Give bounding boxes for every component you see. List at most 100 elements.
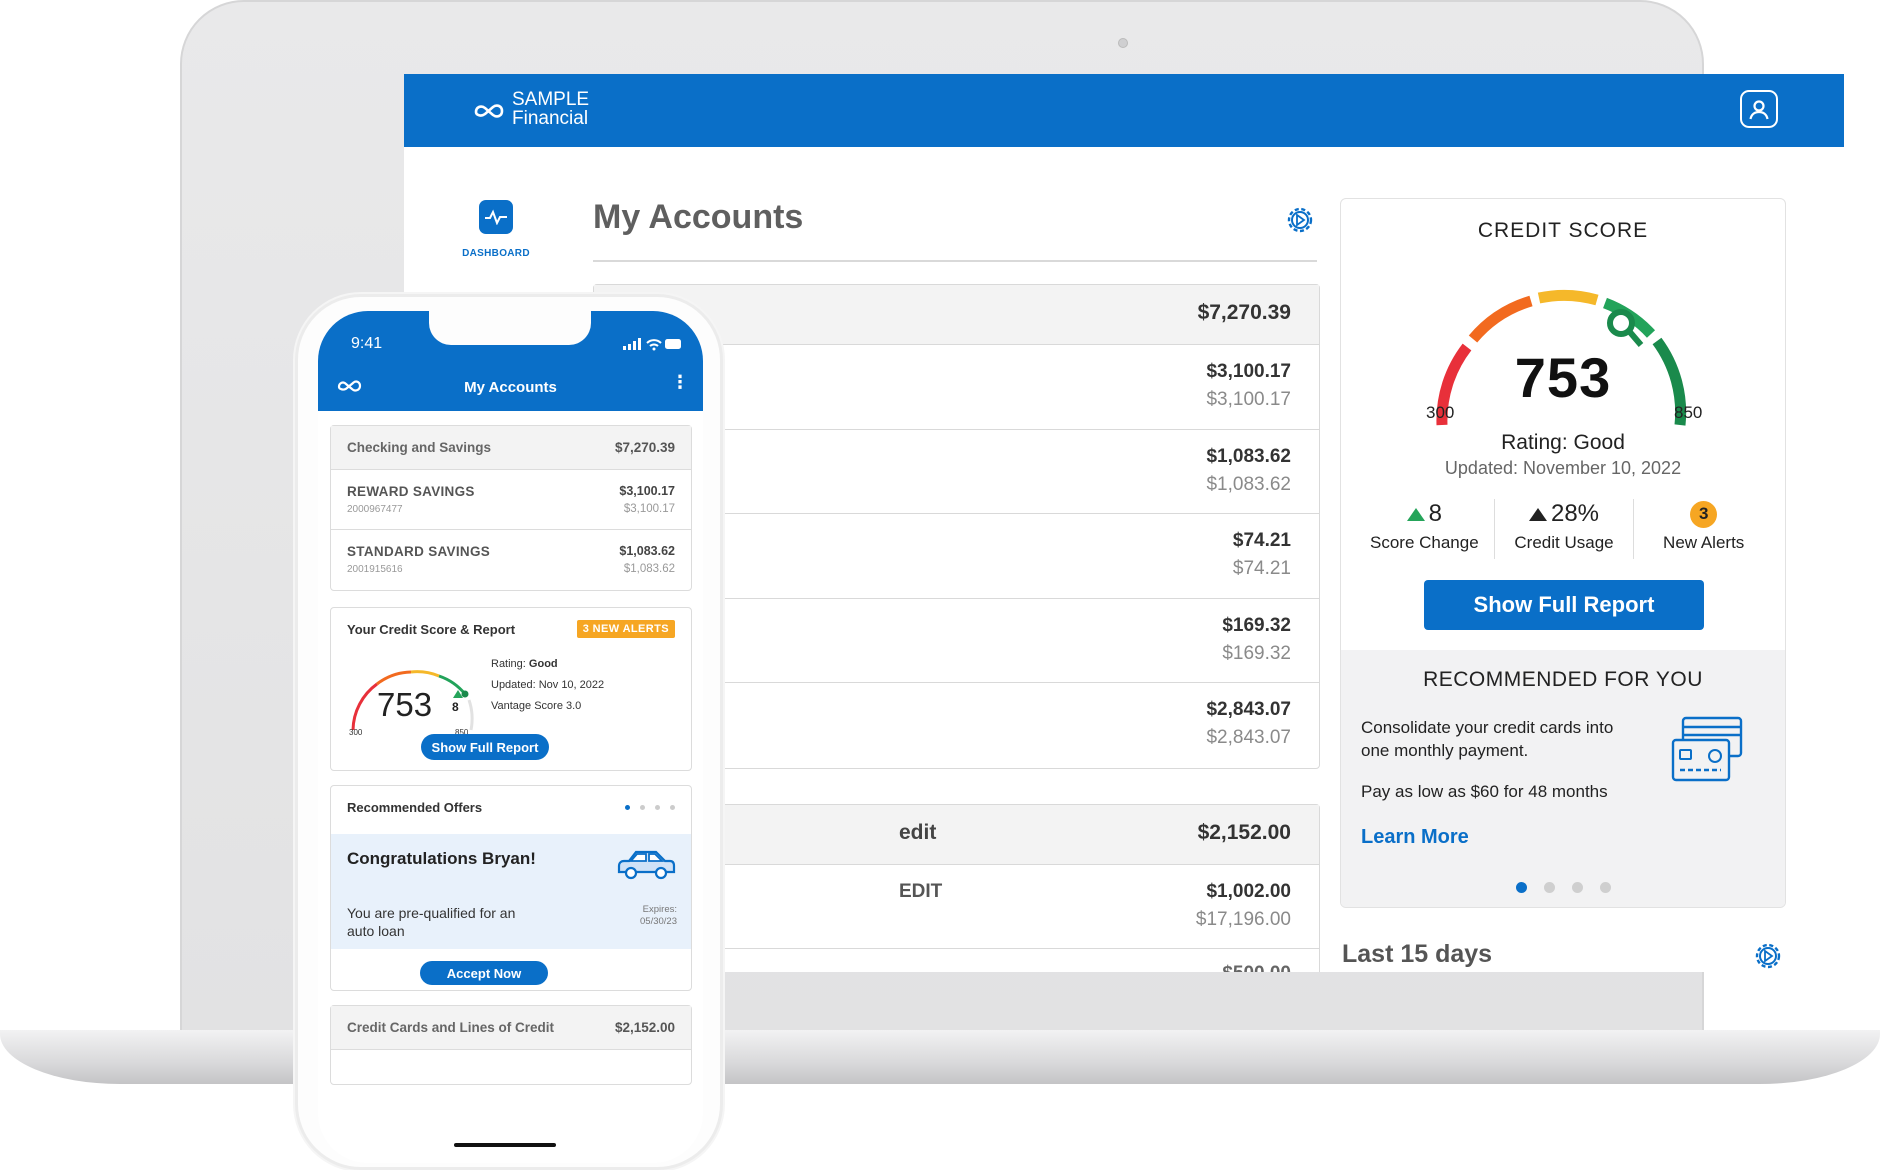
mobile-credit-score-card: Your Credit Score & Report 3 NEW ALERTS … xyxy=(330,607,692,771)
up-arrow-icon xyxy=(453,690,463,698)
stat-new-alerts[interactable]: 3 New Alerts xyxy=(1633,499,1773,559)
learn-more-link[interactable]: Learn More xyxy=(1361,826,1469,849)
mobile-account-available: $3,100.17 xyxy=(623,503,675,515)
credit-score-value: 753 xyxy=(1514,346,1612,409)
mobile-app-screen: 9:41 My Accounts ⋮ Checking and Savings xyxy=(318,311,703,1163)
mobile-account-row[interactable]: STANDARD SAVINGS 2001915616 $1,083.62 $1… xyxy=(331,530,691,590)
carousel-dot[interactable] xyxy=(1571,882,1583,893)
credit-cards-total: $2,152.00 xyxy=(1197,821,1291,844)
credit-score-panel: CREDIT SCORE 753 300 850 Rating: Good Up… xyxy=(1340,198,1786,908)
offer-expiry: Expires: 05/30/23 xyxy=(640,904,677,928)
credit-rating: Rating: Good xyxy=(1501,431,1625,454)
mobile-account-name: REWARD SAVINGS xyxy=(347,484,475,499)
car-icon xyxy=(617,850,676,880)
mobile-credit-score-value: 753 xyxy=(377,686,433,723)
account-amount: $1,083.62 xyxy=(1206,445,1291,467)
mobile-gauge-min: 300 xyxy=(349,728,363,737)
gauge-min-label: 300 xyxy=(1426,403,1455,422)
infinity-logo-icon xyxy=(474,104,504,118)
accept-now-button[interactable]: Accept Now xyxy=(420,961,548,985)
offer-expiry-date: 05/30/23 xyxy=(640,916,677,927)
sidebar-item-dashboard[interactable]: DASHBOARD xyxy=(461,200,531,259)
credit-card-icon xyxy=(1671,716,1743,782)
carousel-dot[interactable] xyxy=(1599,882,1611,893)
offer-expiry-label: Expires: xyxy=(642,904,677,915)
brand-line-1: SAMPLE xyxy=(512,89,590,110)
mobile-checking-card: Checking and Savings $7,270.39 REWARD SA… xyxy=(330,425,692,591)
show-full-report-button[interactable]: Show Full Report xyxy=(1424,580,1704,630)
credit-account-label: EDIT xyxy=(899,881,943,902)
mobile-credit-cards-label: Credit Cards and Lines of Credit xyxy=(347,1020,555,1035)
mobile-account-amount: $3,100.17 xyxy=(619,484,675,498)
mobile-score-change: 8 xyxy=(452,700,459,714)
credit-cards-label: edit xyxy=(899,821,937,844)
carousel-dot[interactable] xyxy=(640,805,645,810)
auto-loan-offer[interactable]: Congratulations Bryan! You are pre-quali… xyxy=(331,834,691,949)
mobile-rating-value: Good xyxy=(528,658,558,670)
gear-icon[interactable] xyxy=(1752,940,1784,972)
more-menu-icon[interactable]: ⋮ xyxy=(671,373,689,391)
user-profile-icon xyxy=(1749,100,1769,120)
mobile-checking-label: Checking and Savings xyxy=(347,440,492,455)
brand-logo[interactable]: SAMPLE Financial xyxy=(472,90,589,128)
carousel-dot[interactable] xyxy=(1515,882,1527,893)
offer-title: Congratulations Bryan! xyxy=(347,849,536,868)
mobile-checking-header[interactable]: Checking and Savings $7,270.39 xyxy=(331,426,691,470)
new-alerts-badge[interactable]: 3 NEW ALERTS xyxy=(576,620,675,638)
alerts-count-badge: 3 xyxy=(1690,500,1718,528)
stat-credit-usage: 28% Credit Usage xyxy=(1493,499,1634,559)
phone-notch xyxy=(429,311,591,345)
carousel-dot[interactable] xyxy=(670,805,675,810)
account-amount: $74.21 xyxy=(1232,530,1291,551)
carousel-dot[interactable] xyxy=(1543,882,1555,893)
carousel-dot[interactable] xyxy=(655,805,660,810)
page-title: My Accounts xyxy=(593,198,804,236)
mobile-show-full-report-button[interactable]: Show Full Report xyxy=(421,734,549,760)
mobile-offers-card: Recommended Offers Congratulations Bryan… xyxy=(330,785,692,991)
home-indicator xyxy=(454,1143,556,1147)
title-divider xyxy=(593,260,1317,262)
laptop-camera xyxy=(1118,38,1128,48)
credit-account-amount: $1,002.00 xyxy=(1206,881,1291,902)
account-available: $74.21 xyxy=(1232,558,1291,579)
credit-account-limit: $17,196.00 xyxy=(1195,909,1291,930)
brand-name: SAMPLE Financial xyxy=(512,90,589,128)
account-available: $3,100.17 xyxy=(1206,389,1291,410)
stage: SAMPLE Financial DASHBOARD My Accounts $… xyxy=(0,0,1880,1170)
mobile-credit-cards-header[interactable]: Credit Cards and Lines of Credit $2,152.… xyxy=(331,1006,691,1050)
credit-updated-date: Updated: November 10, 2022 xyxy=(1444,458,1682,478)
mobile-updated: Updated: Nov 10, 2022 xyxy=(491,679,605,691)
account-amount: $2,843.07 xyxy=(1206,699,1291,720)
user-profile-button[interactable] xyxy=(1740,90,1778,128)
mobile-vantage: Vantage Score 3.0 xyxy=(491,700,582,712)
mobile-page-title: My Accounts xyxy=(464,379,557,396)
gauge-max-label: 850 xyxy=(1674,403,1703,422)
carousel-dot[interactable] xyxy=(625,805,630,810)
credit-stats: 8 Score Change 28% Credit Usage 3 New Al… xyxy=(1355,499,1773,559)
top-navigation-bar: SAMPLE Financial xyxy=(404,74,1844,147)
phone-frame: 9:41 My Accounts ⋮ Checking and Savings xyxy=(295,294,723,1170)
up-arrow-icon xyxy=(1528,507,1547,521)
mobile-account-number: 2000967477 xyxy=(347,504,403,515)
mobile-carousel-dots xyxy=(625,805,675,810)
mobile-rating: Rating: Good xyxy=(491,658,558,670)
mobile-account-amount: $1,083.62 xyxy=(619,544,675,558)
recommended-text: Consolidate your credit cards into one m… xyxy=(1361,718,1614,760)
pulse-icon xyxy=(479,200,513,234)
gear-icon[interactable] xyxy=(1284,204,1316,236)
mobile-account-row[interactable]: REWARD SAVINGS 2000967477 $3,100.17 $3,1… xyxy=(331,470,691,530)
up-arrow-icon xyxy=(1406,507,1425,521)
stat-label: Score Change xyxy=(1369,533,1479,552)
mobile-rating-label: Rating: xyxy=(491,658,526,670)
status-time: 9:41 xyxy=(351,335,383,352)
account-available: $169.32 xyxy=(1222,642,1291,664)
mobile-checking-total: $7,270.39 xyxy=(614,440,675,455)
recommended-offer-terms: Pay as low as $60 for 48 months xyxy=(1361,782,1608,801)
stat-value: 8 xyxy=(1428,500,1443,527)
offer-text: You are pre-qualified for an auto loan xyxy=(347,905,516,939)
mobile-credit-score-title: Your Credit Score & Report xyxy=(347,622,516,637)
sidebar-item-label: DASHBOARD xyxy=(462,248,530,259)
account-amount: $169.32 xyxy=(1222,614,1291,636)
mobile-account-available: $1,083.62 xyxy=(623,563,675,575)
credit-account-amount: $500.00 xyxy=(1222,963,1291,972)
